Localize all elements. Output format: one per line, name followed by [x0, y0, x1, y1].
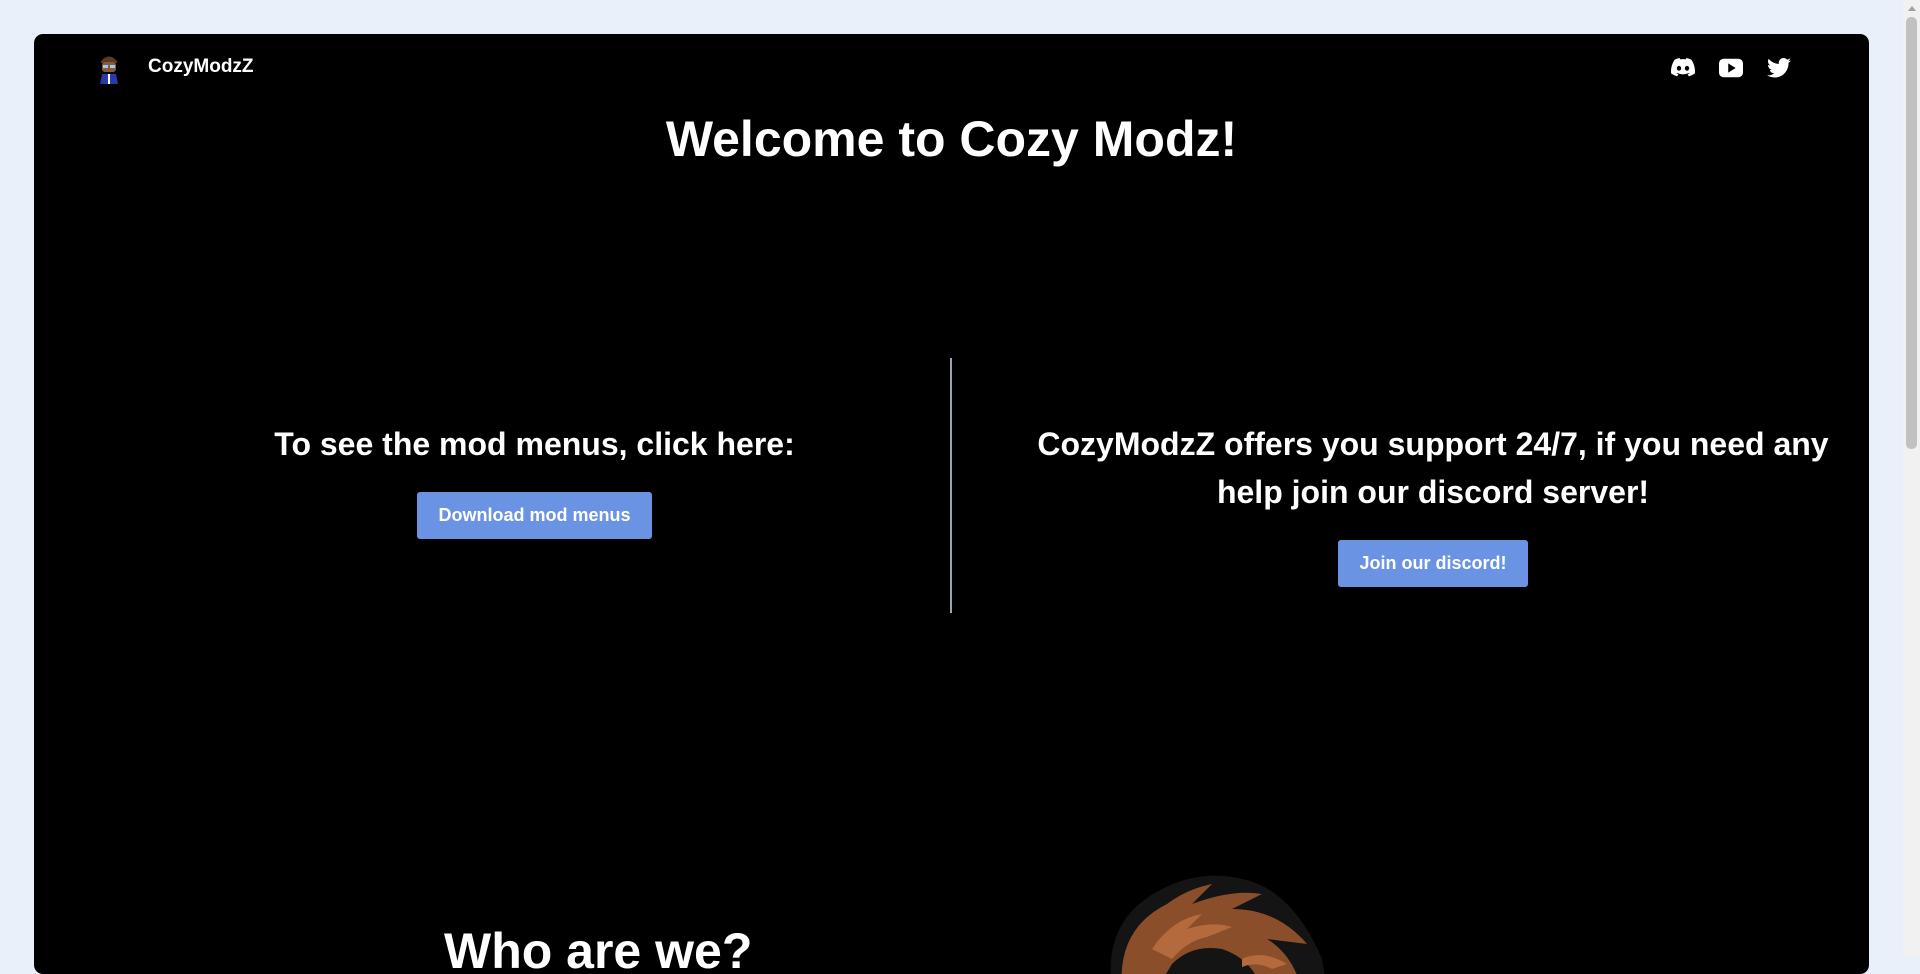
support-text: CozyModzZ offers you support 24/7, if yo… [1037, 426, 1829, 510]
brand-name: CozyModzZ [148, 56, 254, 77]
join-discord-button[interactable]: Join our discord! [1338, 540, 1528, 587]
vertical-divider [950, 358, 952, 613]
page-scrollbar[interactable] [1903, 0, 1920, 957]
mascot-image [1110, 875, 1325, 974]
who-are-we-heading: Who are we? [444, 923, 753, 974]
mod-menus-panel: To see the mod menus, click here: Downlo… [167, 420, 902, 539]
youtube-link[interactable] [1719, 56, 1743, 80]
avatar-logo-icon [92, 50, 126, 84]
discord-icon [1671, 58, 1695, 77]
page-title: Welcome to Cozy Modz! [665, 111, 1238, 167]
mod-menus-text: To see the mod menus, click here: [274, 426, 795, 462]
brand-link[interactable]: CozyModzZ [92, 50, 254, 84]
scrollbar-thumb[interactable] [1906, 17, 1917, 449]
twitter-icon [1767, 58, 1791, 78]
discord-link[interactable] [1671, 56, 1695, 80]
support-panel: CozyModzZ offers you support 24/7, if yo… [1018, 420, 1848, 587]
scroll-up-arrow-icon[interactable] [1903, 0, 1920, 17]
social-links [1671, 56, 1791, 80]
youtube-icon [1719, 58, 1743, 78]
twitter-link[interactable] [1767, 56, 1791, 80]
download-mod-menus-button[interactable]: Download mod menus [417, 492, 652, 539]
navbar: CozyModzZ [34, 34, 1869, 102]
main-card: CozyModzZ Welcome to Cozy Modz! To see t… [34, 34, 1869, 974]
